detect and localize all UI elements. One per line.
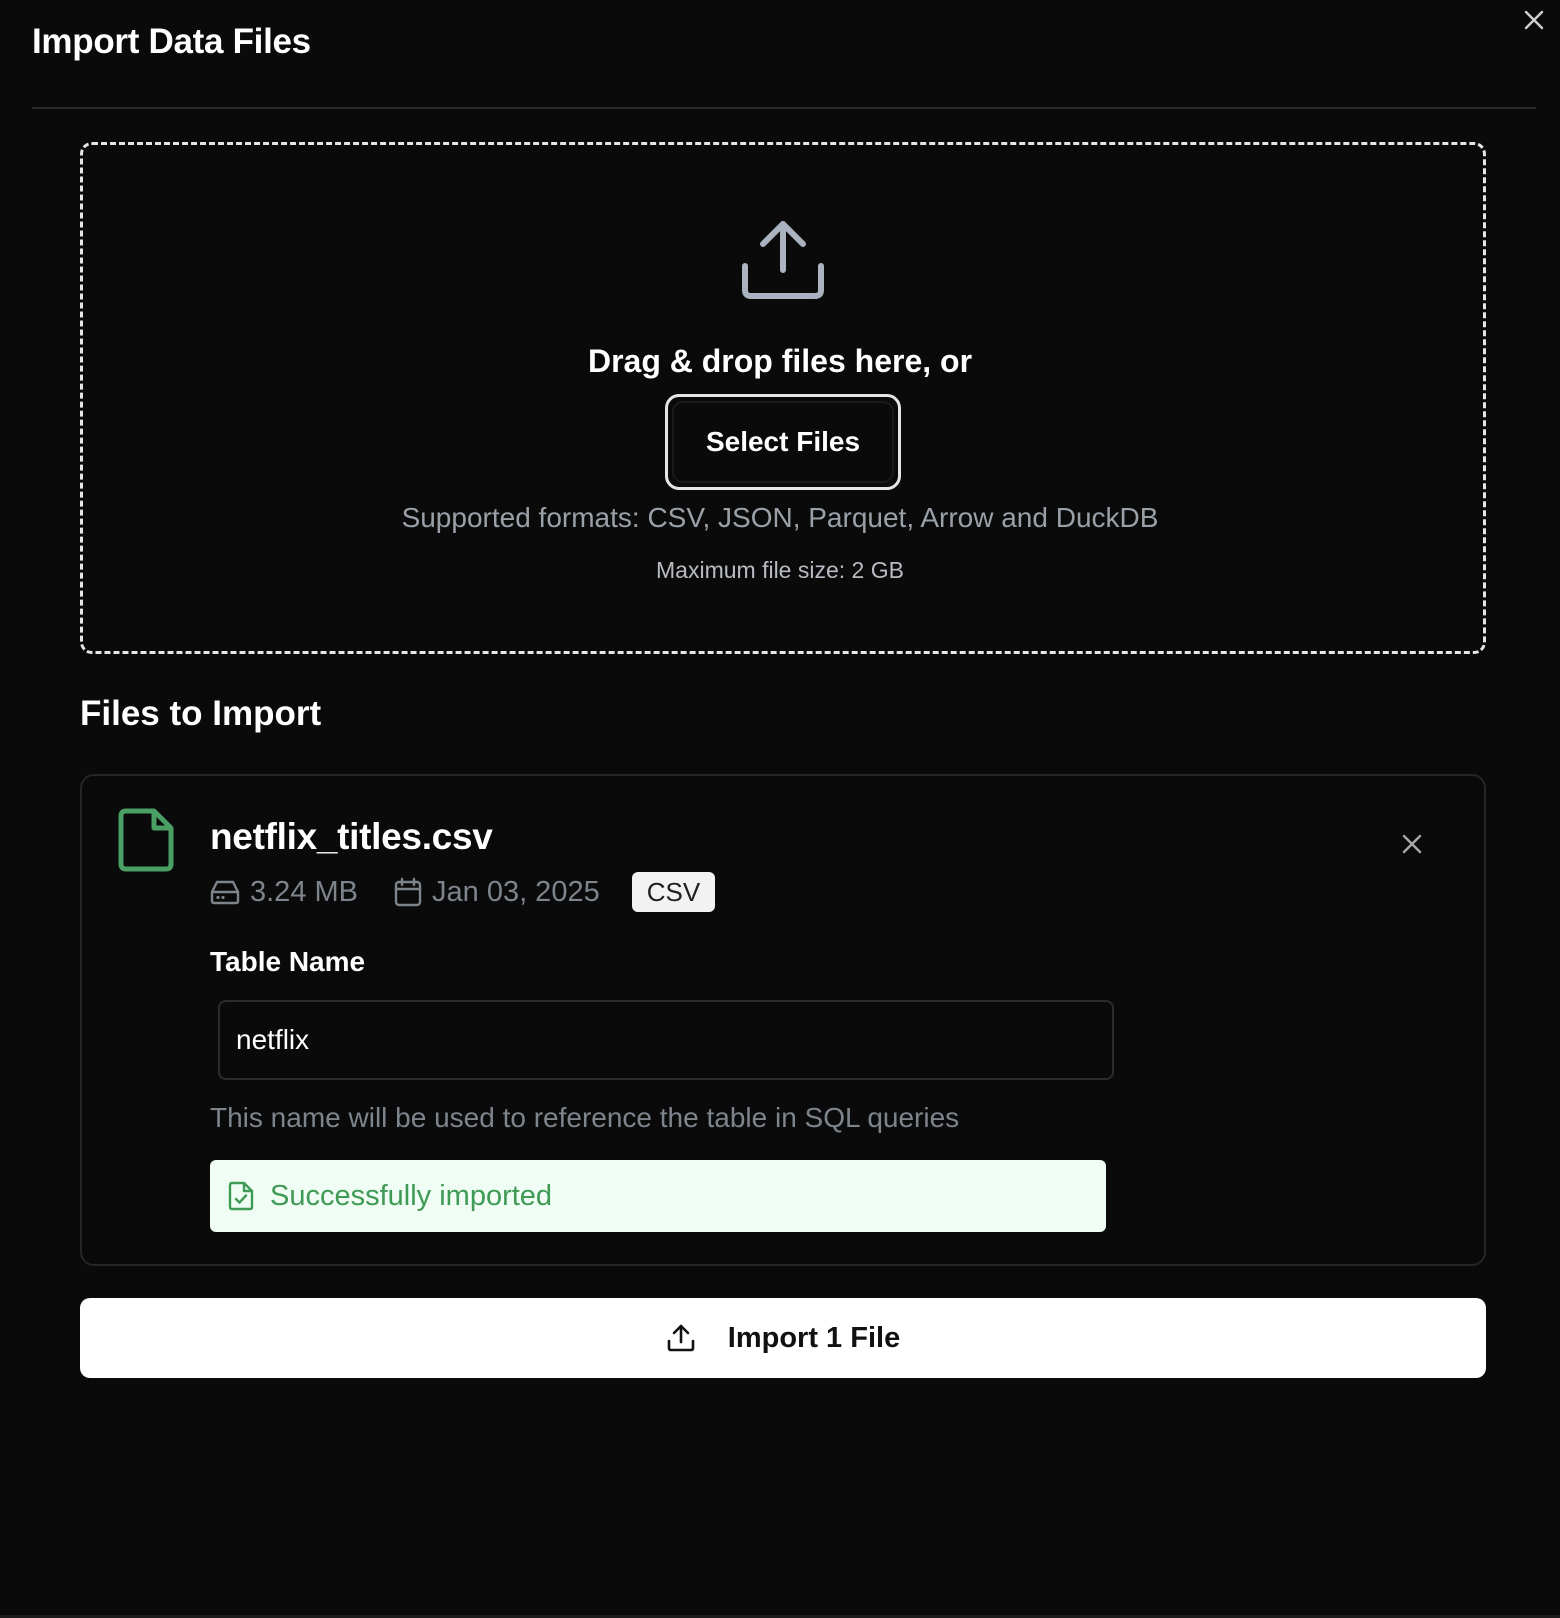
file-format-badge: CSV	[631, 872, 716, 912]
upload-icon	[667, 1324, 695, 1352]
file-date-item: Jan 03, 2025	[394, 876, 600, 909]
file-date: Jan 03, 2025	[432, 875, 600, 908]
max-file-size-text: Maximum file size: 2 GB	[656, 557, 904, 583]
hard-drive-icon	[210, 880, 240, 905]
calendar-icon	[394, 877, 422, 907]
table-name-input[interactable]	[218, 1000, 1114, 1080]
table-name-hint: This name will be used to reference the …	[210, 1102, 960, 1133]
close-icon	[1402, 834, 1422, 854]
remove-file-button[interactable]	[1394, 826, 1430, 862]
file-meta-row: 3.24 MB Jan 03, 2025 CSV	[210, 872, 716, 912]
files-section-title: Files to Import	[80, 694, 322, 733]
file-icon	[118, 808, 174, 872]
dialog-title: Import Data Files	[32, 22, 311, 61]
import-status-banner: Successfully imported	[210, 1160, 1106, 1232]
select-files-label: Select Files	[672, 401, 894, 483]
header-divider	[32, 107, 1536, 109]
file-size: 3.24 MB	[250, 875, 358, 908]
dropzone-prompt: Drag & drop files here, or	[587, 343, 973, 379]
import-files-button[interactable]: Import 1 File	[80, 1298, 1486, 1378]
table-name-label: Table Name	[210, 946, 366, 977]
close-icon	[1524, 10, 1544, 30]
import-files-label: Import 1 File	[727, 1321, 901, 1354]
file-name: netflix_titles.csv	[210, 816, 493, 857]
file-size-item: 3.24 MB	[210, 876, 358, 909]
file-check-icon	[228, 1181, 254, 1211]
upload-icon	[742, 221, 824, 299]
import-dialog: Import Data Files Drag & drop files here…	[0, 0, 1560, 1618]
supported-formats-text: Supported formats: CSV, JSON, Parquet, A…	[401, 502, 1159, 533]
select-files-button[interactable]: Select Files	[665, 394, 901, 490]
close-dialog-button[interactable]	[1518, 4, 1550, 36]
import-status-text: Successfully imported	[270, 1179, 553, 1212]
